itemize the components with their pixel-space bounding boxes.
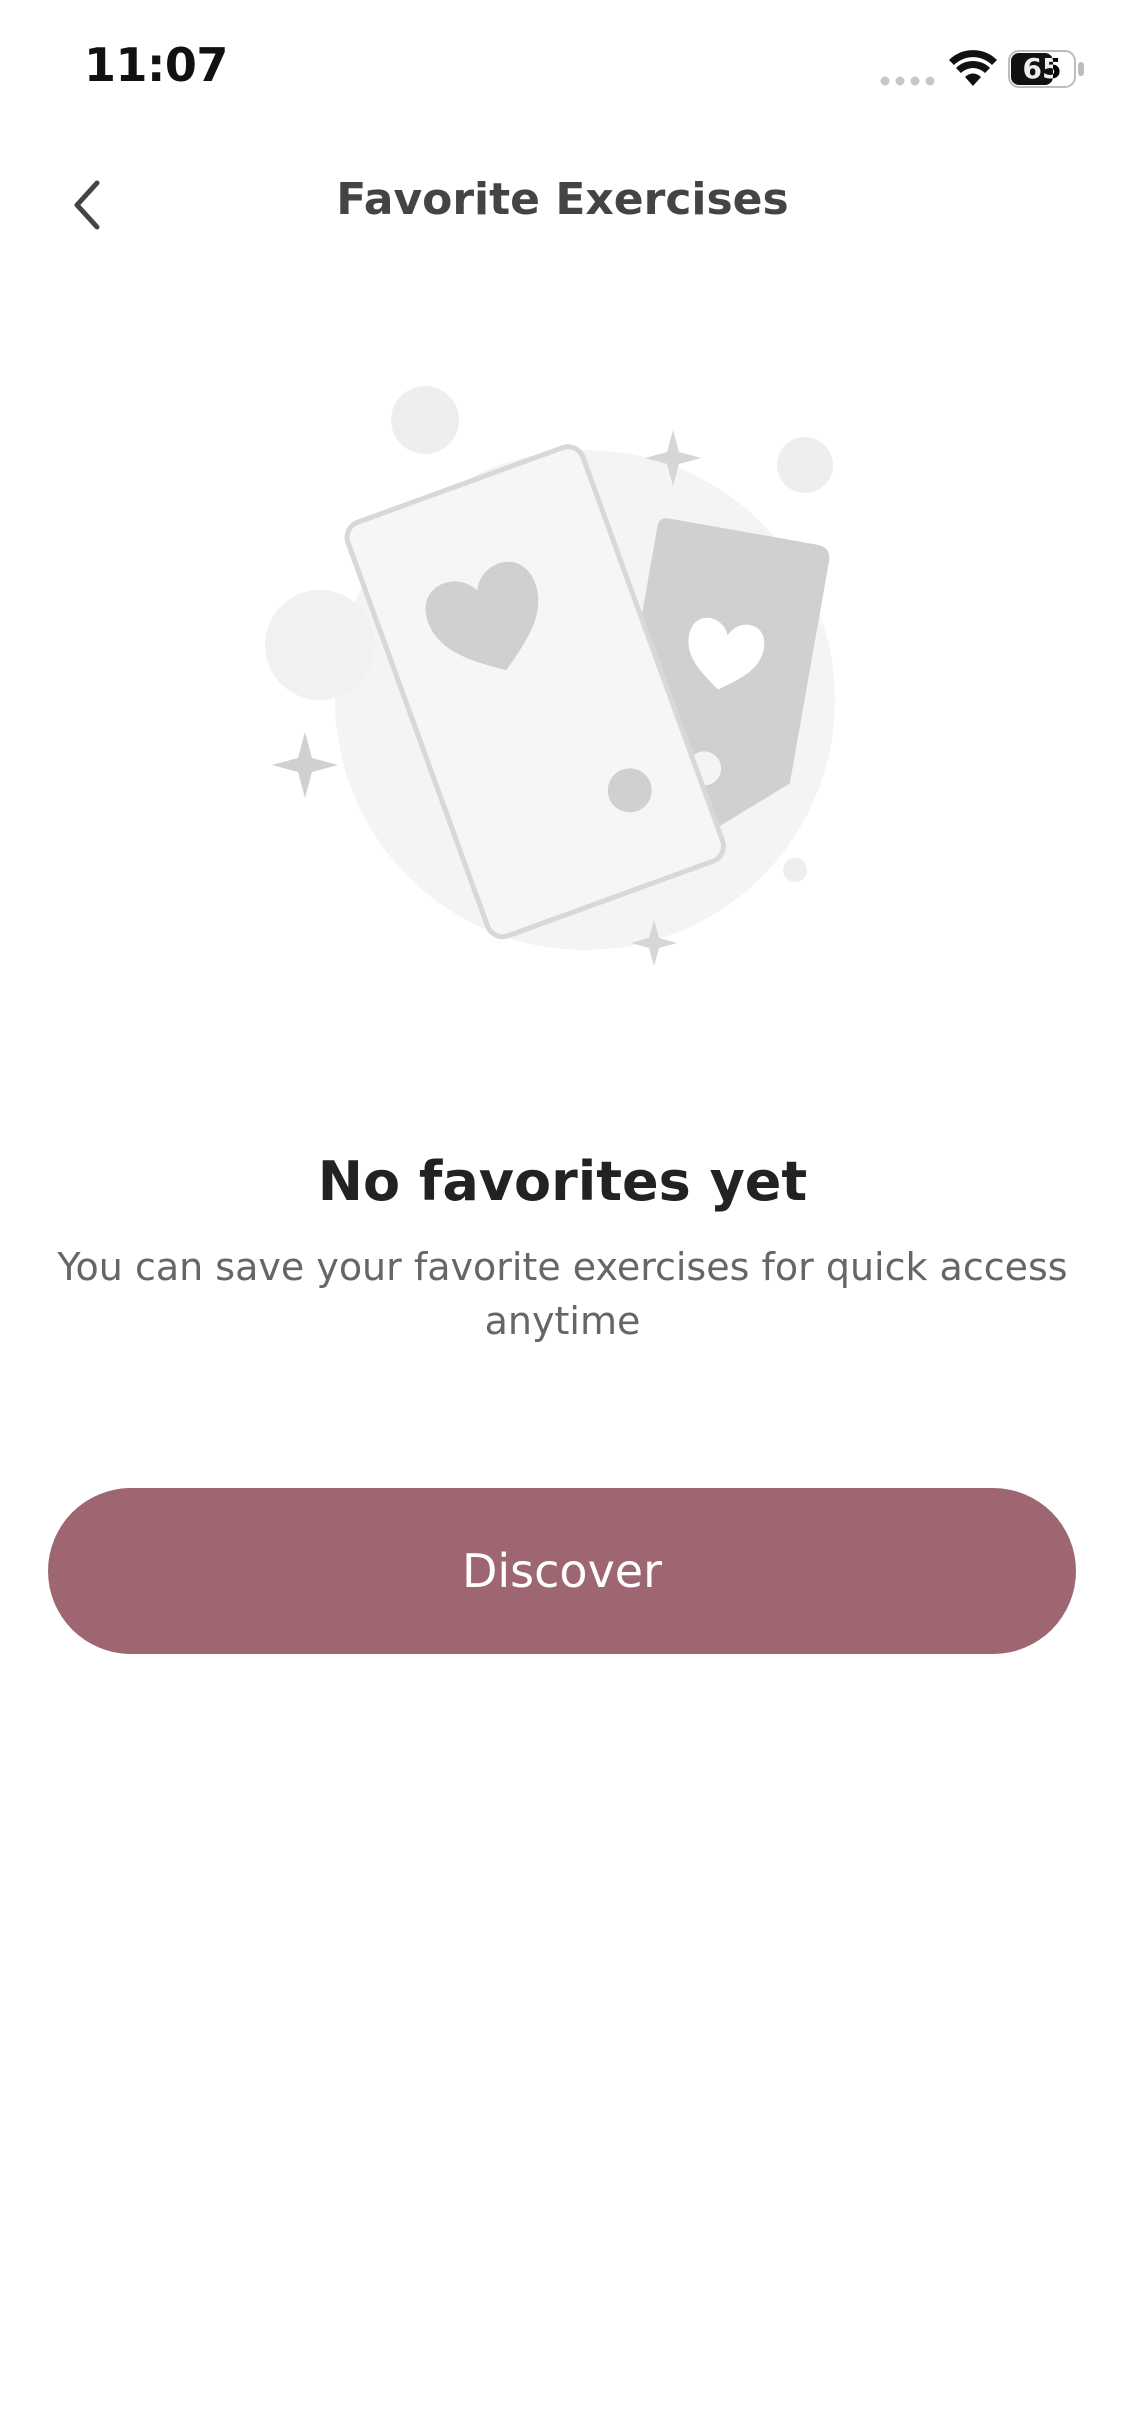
page-title: Favorite Exercises (336, 174, 789, 225)
status-bar: 11:07 65 (0, 0, 1125, 140)
empty-state-title: No favorites yet (317, 1150, 808, 1213)
signal-icon (880, 76, 935, 86)
header: Favorite Exercises (0, 150, 1125, 260)
discover-button[interactable]: Discover (48, 1488, 1076, 1654)
wifi-icon (949, 50, 997, 86)
battery-icon: 65 (1008, 50, 1088, 88)
empty-state-subtitle: You can save your favorite exercises for… (57, 1245, 1068, 1343)
status-time: 11:07 (84, 38, 228, 92)
favorite-cards-illustration (265, 386, 835, 966)
discover-button-label: Discover (461, 1544, 663, 1598)
battery-level: 65 (1022, 52, 1062, 85)
